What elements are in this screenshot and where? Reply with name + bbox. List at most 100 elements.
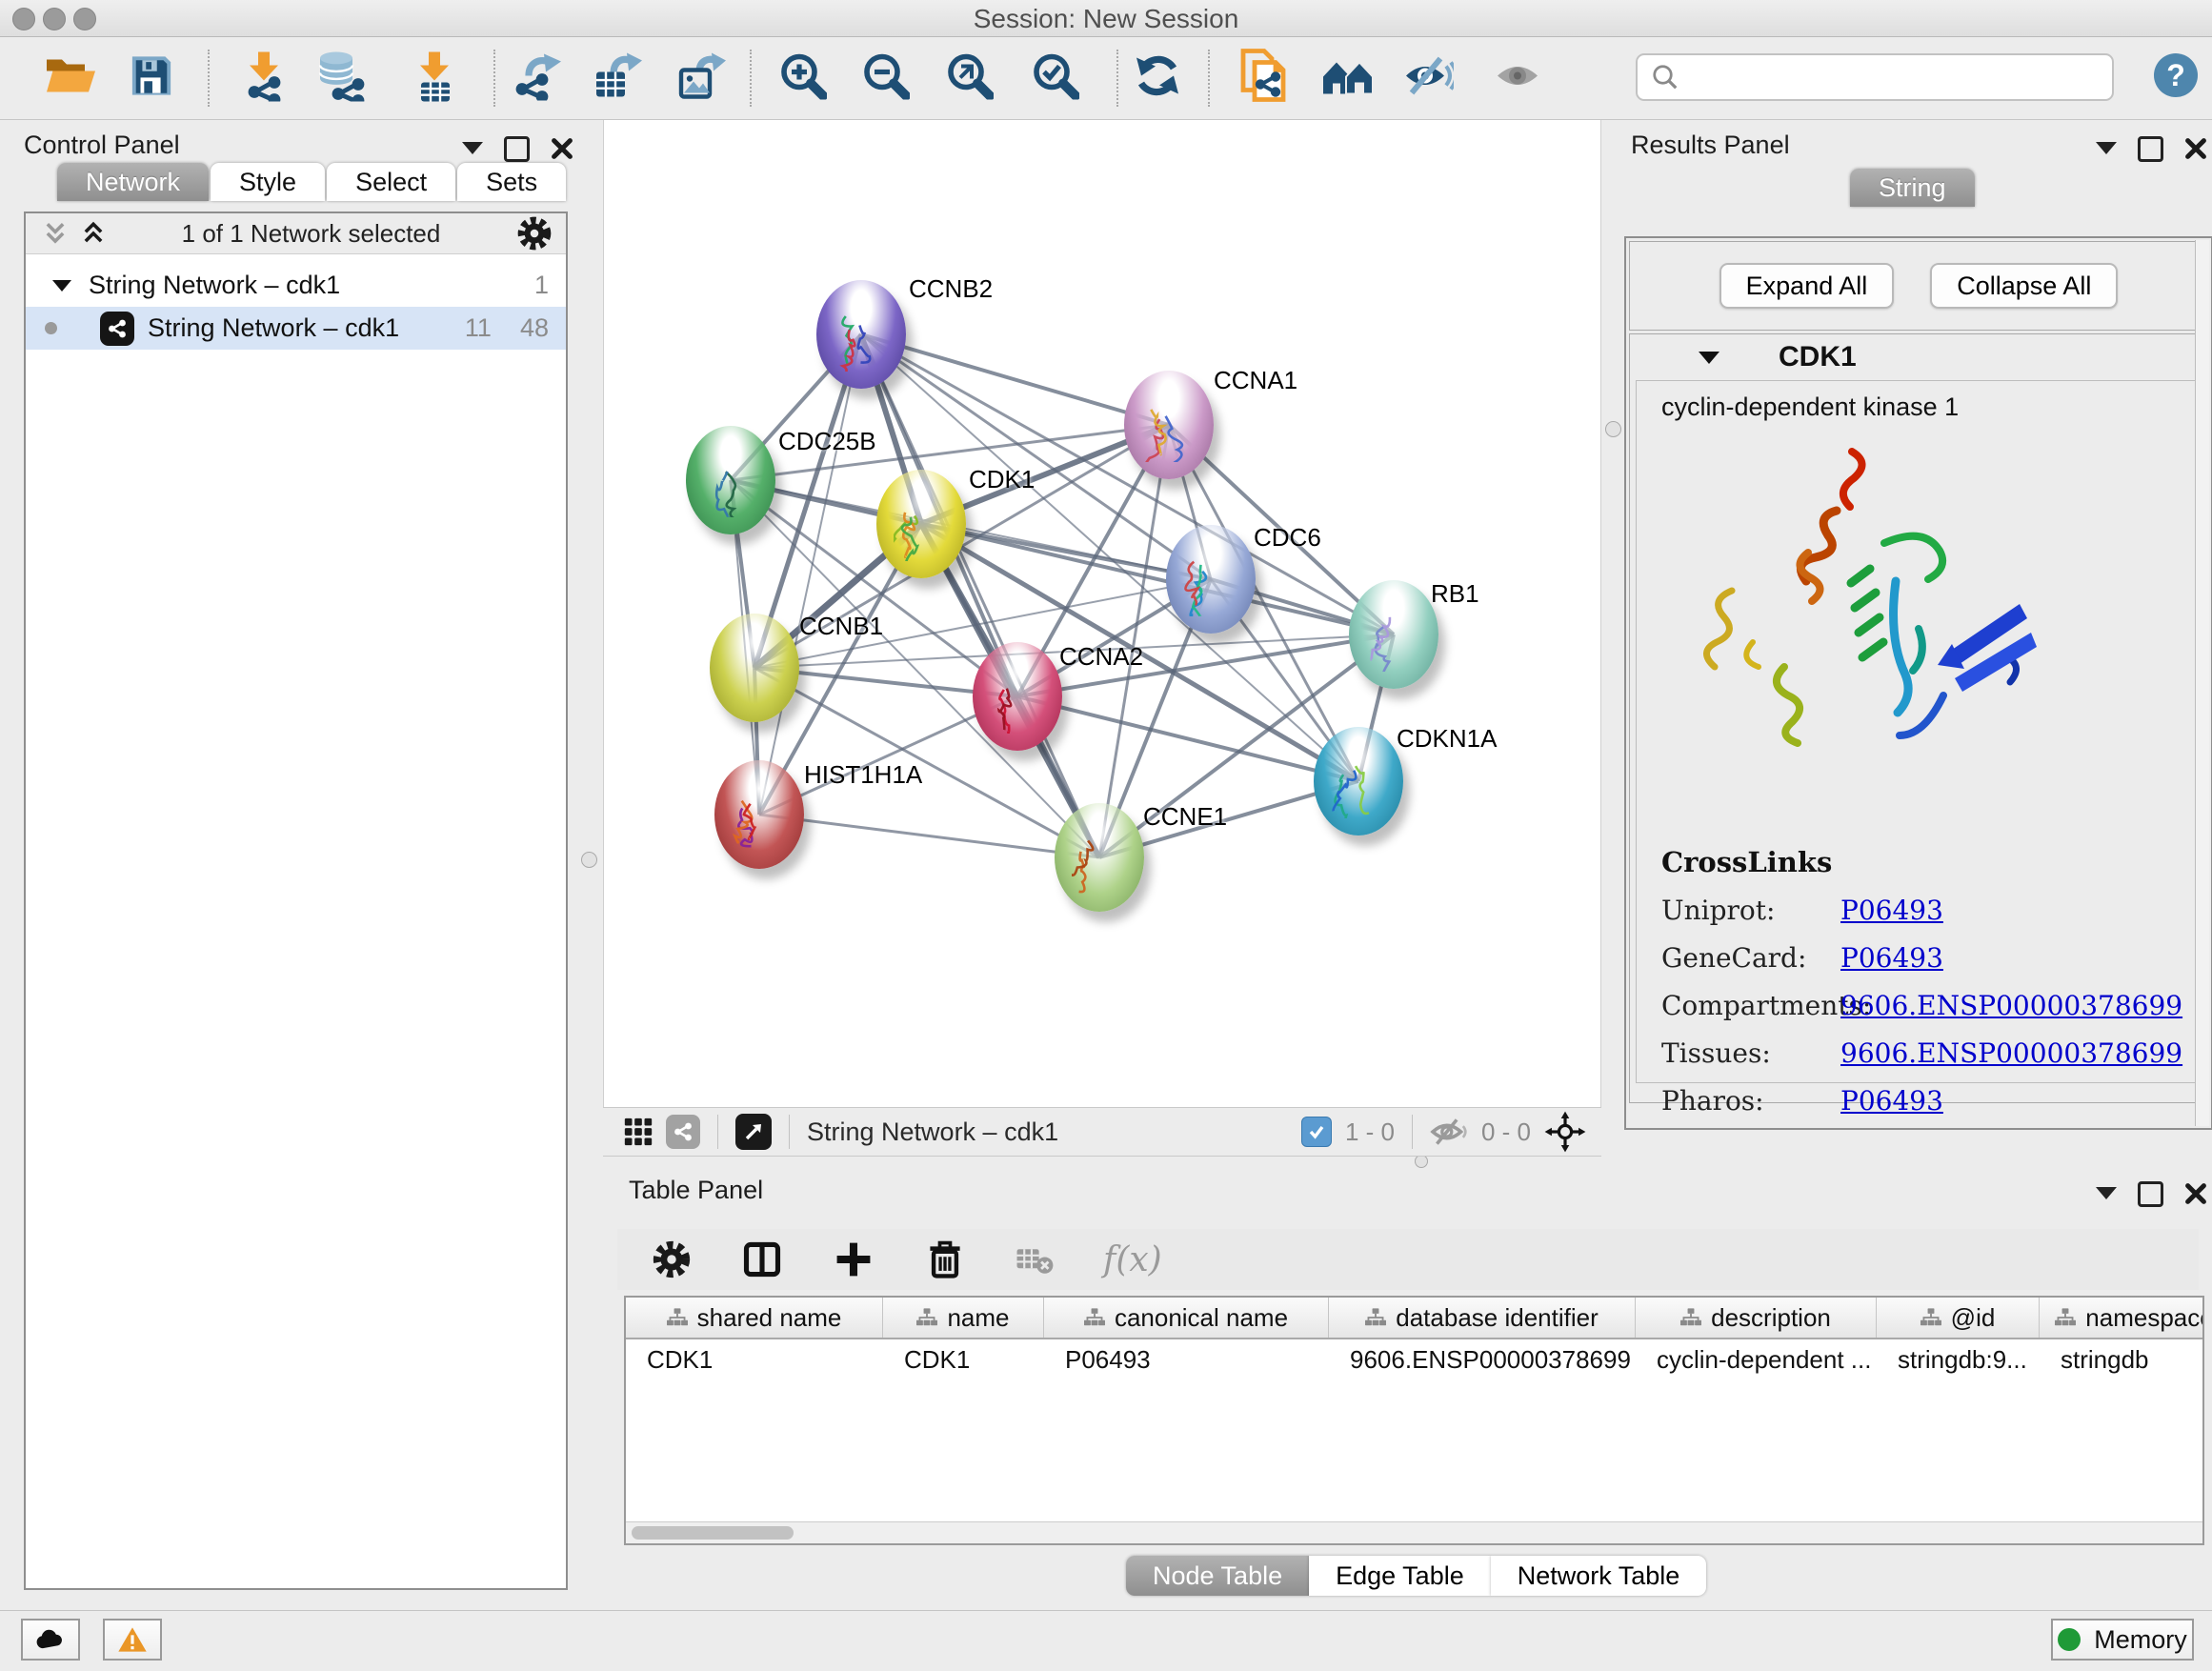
- network-edge-count: 48: [520, 313, 549, 343]
- tab-sets[interactable]: Sets: [457, 163, 566, 201]
- open-session-icon[interactable]: [45, 54, 98, 103]
- warning-status-button[interactable]: [103, 1619, 162, 1661]
- network-collection-row[interactable]: String Network – cdk1 1: [26, 264, 566, 307]
- expand-all-icon[interactable]: [81, 221, 106, 246]
- grid-view-icon[interactable]: [622, 1116, 654, 1148]
- expand-all-button[interactable]: Expand All: [1719, 263, 1895, 309]
- import-network-database-icon[interactable]: [314, 50, 366, 107]
- maximize-panel-icon[interactable]: [2138, 1181, 2163, 1207]
- network-node-ccne1[interactable]: [1055, 803, 1144, 912]
- collapse-all-icon[interactable]: [43, 221, 68, 246]
- crosslink-link[interactable]: P06493: [1840, 942, 1943, 974]
- tab-edge-table[interactable]: Edge Table: [1309, 1556, 1491, 1596]
- save-session-icon[interactable]: [130, 54, 173, 103]
- network-view-toolbar: String Network – cdk1 1 - 0 0 - 0: [603, 1107, 1601, 1157]
- hidden-eye-icon: [1430, 1116, 1468, 1148]
- string-home-icon[interactable]: [1321, 54, 1375, 103]
- bottom-splitter-handle[interactable]: [1415, 1155, 1428, 1168]
- network-node-cdk1[interactable]: [876, 470, 966, 578]
- table-horizontal-scrollbar[interactable]: [626, 1521, 2202, 1543]
- table-cell: stringdb: [2040, 1345, 2204, 1375]
- column-header-shared-name[interactable]: shared name: [626, 1298, 883, 1338]
- zoom-selected-icon[interactable]: [1032, 52, 1079, 105]
- tab-node-table[interactable]: Node Table: [1126, 1556, 1309, 1596]
- close-panel-icon[interactable]: [551, 137, 573, 160]
- network-node-hist1h1a[interactable]: [714, 760, 804, 869]
- network-node-ccnb2[interactable]: [816, 280, 906, 389]
- table-settings-gear-icon[interactable]: [652, 1239, 692, 1279]
- tab-network-table[interactable]: Network Table: [1491, 1556, 1707, 1596]
- close-panel-icon[interactable]: [2184, 137, 2207, 160]
- search-input[interactable]: [1689, 62, 2112, 93]
- close-panel-icon[interactable]: [2184, 1182, 2207, 1205]
- network-node-cdkn1a[interactable]: [1314, 727, 1403, 836]
- clone-network-icon[interactable]: [1239, 49, 1289, 109]
- network-node-rb1[interactable]: [1349, 580, 1438, 689]
- tab-string[interactable]: String: [1850, 169, 1975, 207]
- export-image-icon[interactable]: [676, 51, 726, 106]
- maximize-panel-icon[interactable]: [2138, 136, 2163, 162]
- column-header--id[interactable]: @id: [1877, 1298, 2040, 1338]
- column-header-canonical-name[interactable]: canonical name: [1044, 1298, 1329, 1338]
- crosslinks: CrossLinks Uniprot:P06493GeneCard:P06493…: [1661, 846, 2182, 1117]
- crosslink-row: Uniprot:P06493: [1661, 895, 2182, 926]
- maximize-panel-icon[interactable]: [504, 136, 530, 162]
- crosslink-link[interactable]: 9606.ENSP00000378699: [1840, 1037, 2182, 1069]
- collapse-all-button[interactable]: Collapse All: [1930, 263, 2118, 309]
- export-network-icon[interactable]: [512, 51, 561, 106]
- help-button[interactable]: ?: [2154, 53, 2198, 97]
- table-cell: 9606.ENSP00000378699: [1329, 1345, 1636, 1375]
- crosslink-link[interactable]: P06493: [1840, 1085, 1943, 1117]
- network-node-ccnb1[interactable]: [710, 614, 799, 722]
- birdseye-view-icon[interactable]: [735, 1114, 772, 1150]
- table-row[interactable]: CDK1CDK1P064939606.ENSP00000378699cyclin…: [626, 1339, 2202, 1379]
- results-scrollbar[interactable]: [2195, 240, 2209, 1126]
- cloud-status-button[interactable]: [21, 1619, 80, 1661]
- network-node-cdc6[interactable]: [1166, 525, 1256, 634]
- network-row[interactable]: String Network – cdk1 11 48: [26, 307, 566, 350]
- column-header-database-identifier[interactable]: database identifier: [1329, 1298, 1636, 1338]
- export-table-icon[interactable]: [593, 51, 642, 106]
- column-header-namespace[interactable]: namespace: [2040, 1298, 2204, 1338]
- import-table-file-icon[interactable]: [412, 50, 457, 107]
- zoom-in-icon[interactable]: [779, 52, 827, 105]
- tab-select[interactable]: Select: [327, 163, 455, 201]
- zoom-fit-icon[interactable]: [946, 52, 994, 105]
- fit-selected-crosshair-icon[interactable]: [1544, 1111, 1586, 1153]
- table-header-row: shared namenamecanonical namedatabase id…: [626, 1298, 2202, 1339]
- refresh-icon[interactable]: [1133, 51, 1182, 106]
- collection-expand-icon[interactable]: [52, 280, 71, 301]
- memory-button[interactable]: Memory: [2051, 1619, 2194, 1661]
- float-panel-icon[interactable]: [2096, 1187, 2117, 1210]
- column-header-name[interactable]: name: [883, 1298, 1044, 1338]
- add-column-icon[interactable]: [833, 1238, 875, 1280]
- column-header-description[interactable]: description: [1636, 1298, 1877, 1338]
- network-canvas[interactable]: CCNB2CCNA1CDC25BCDK1CDC6RB1CCNB1CCNA2CDK…: [603, 120, 1601, 1107]
- crosslink-link[interactable]: 9606.ENSP00000378699: [1840, 990, 2182, 1021]
- float-panel-icon[interactable]: [462, 142, 483, 165]
- import-network-file-icon[interactable]: [240, 50, 288, 107]
- node-label-ccne1: CCNE1: [1143, 802, 1227, 832]
- protein-section-header[interactable]: CDK1: [1630, 334, 2207, 380]
- left-splitter-handle[interactable]: [581, 852, 597, 868]
- network-node-ccna2[interactable]: [973, 642, 1062, 751]
- tab-network[interactable]: Network: [57, 163, 209, 201]
- search-box[interactable]: [1636, 53, 2114, 101]
- delete-column-trash-icon[interactable]: [924, 1238, 966, 1280]
- float-panel-icon[interactable]: [2096, 142, 2117, 165]
- hide-selected-icon[interactable]: [1402, 53, 1454, 104]
- crosslink-link[interactable]: P06493: [1840, 895, 1943, 926]
- selected-checkbox-icon[interactable]: [1301, 1117, 1332, 1147]
- network-node-cdc25b[interactable]: [686, 426, 775, 534]
- tab-style[interactable]: Style: [211, 163, 325, 201]
- protein-description: cyclin-dependent kinase 1: [1637, 381, 2201, 428]
- manage-columns-icon[interactable]: [741, 1238, 783, 1280]
- show-all-icon[interactable]: [1493, 55, 1544, 102]
- network-view-type-icon[interactable]: [666, 1115, 700, 1149]
- network-node-ccna1[interactable]: [1124, 371, 1214, 479]
- toolbar-separator: [493, 50, 495, 107]
- scrollbar-thumb[interactable]: [632, 1526, 794, 1540]
- gear-icon[interactable]: [516, 215, 553, 252]
- zoom-out-icon[interactable]: [862, 52, 910, 105]
- section-collapse-icon[interactable]: [1699, 352, 1719, 374]
